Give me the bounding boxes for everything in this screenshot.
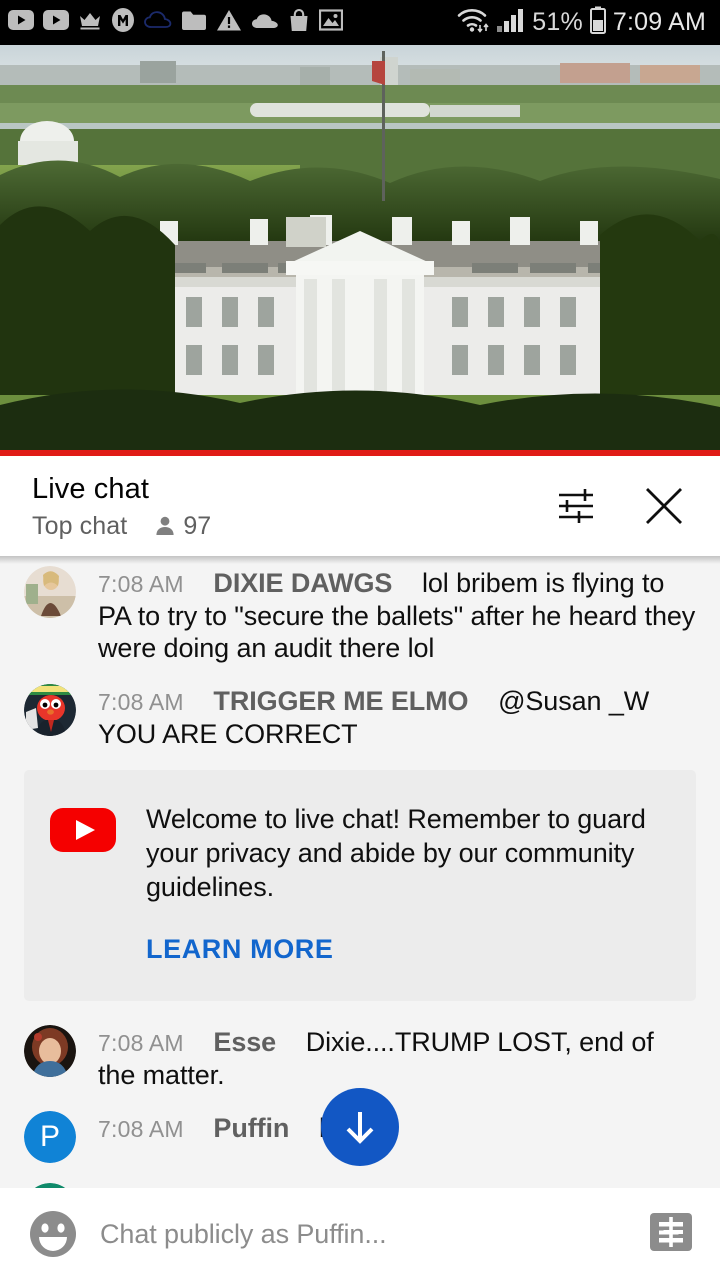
video-player[interactable] xyxy=(0,45,720,450)
chat-filter-icon[interactable] xyxy=(556,484,600,528)
cellular-signal-icon xyxy=(496,7,526,38)
shopping-bag-icon xyxy=(288,8,310,37)
dollar-sign-icon[interactable] xyxy=(646,1211,696,1258)
status-bar: 51% 7:09 AM xyxy=(0,0,720,45)
live-chat-subheader: Top chat 97 xyxy=(32,512,556,541)
chat-message-author[interactable]: Esse xyxy=(213,1027,276,1057)
battery-icon xyxy=(589,6,607,39)
chat-input-bar xyxy=(0,1188,720,1280)
chat-mode-label[interactable]: Top chat xyxy=(32,512,127,541)
chat-message-time: 7:08 AM xyxy=(98,1116,184,1142)
m-badge-icon xyxy=(111,8,135,37)
live-chat-header-actions xyxy=(556,484,694,528)
chat-message-time: 7:08 AM xyxy=(98,689,184,715)
youtube-logo-icon xyxy=(50,802,122,859)
viewer-count-label: 97 xyxy=(183,511,212,540)
warning-triangle-icon xyxy=(216,9,242,37)
avatar-puffin[interactable]: P xyxy=(24,1111,76,1163)
chat-message-body: 7:08 AM DIXIE DAWGS lol bribem is flying… xyxy=(98,566,696,664)
emoji-smiley-icon[interactable] xyxy=(28,1209,78,1259)
wifi-icon xyxy=(456,6,490,39)
arrow-down-icon xyxy=(346,1112,374,1144)
close-icon[interactable] xyxy=(642,484,686,528)
chat-message-time: 7:08 AM xyxy=(98,571,184,597)
youtube-live-chat-screen: 51% 7:09 AM Live chat Top chat 97 7:08 A… xyxy=(0,0,720,1280)
chat-message[interactable]: g 7:09 AM goose gander 1776 xyxy=(0,1173,720,1188)
page-title: Live chat xyxy=(32,472,149,505)
status-bar-notification-icons xyxy=(8,8,456,37)
battery-percent-label: 51% xyxy=(532,8,583,36)
chat-message-author[interactable]: TRIGGER ME ELMO xyxy=(213,686,468,716)
chat-message-body: 7:08 AM TRIGGER ME ELMO @Susan _W YOU AR… xyxy=(98,684,696,750)
viewer-count-group: 97 xyxy=(153,512,211,541)
avatar-initial: P xyxy=(24,1111,76,1163)
live-chat-header: Live chat Top chat 97 xyxy=(0,456,720,556)
youtube-music-icon xyxy=(43,10,69,35)
cloud-filled-icon xyxy=(251,12,279,34)
folder-icon xyxy=(181,10,207,36)
welcome-card-text: Welcome to live chat! Remember to guard … xyxy=(146,804,646,902)
avatar-esse[interactable] xyxy=(24,1025,76,1077)
status-bar-system-icons: 51% 7:09 AM xyxy=(456,6,706,39)
image-icon xyxy=(318,9,344,36)
welcome-card-body: Welcome to live chat! Remember to guard … xyxy=(146,802,670,965)
chat-input[interactable] xyxy=(100,1218,630,1250)
chat-message[interactable]: 7:08 AM TRIGGER ME ELMO @Susan _W YOU AR… xyxy=(0,674,720,760)
chat-message-text: lol bribem is flying to PA to try to "se… xyxy=(98,568,696,663)
chat-message-time: 7:08 AM xyxy=(98,1030,184,1056)
chat-message-body: 7:08 AM Esse Dixie....TRUMP LOST, end of… xyxy=(98,1025,696,1091)
crown-icon xyxy=(78,9,102,36)
youtube-icon xyxy=(8,10,34,35)
avatar-dixie-dawgs[interactable] xyxy=(24,566,76,618)
white-house-scene xyxy=(0,45,720,450)
chat-message-author[interactable]: Puffin xyxy=(213,1113,289,1143)
live-chat-header-titles: Live chat Top chat 97 xyxy=(32,472,556,541)
learn-more-link[interactable]: LEARN MORE xyxy=(146,934,334,965)
scroll-to-bottom-button[interactable] xyxy=(321,1088,399,1166)
cloud-outline-icon xyxy=(144,10,172,35)
live-chat-welcome-card: Welcome to live chat! Remember to guard … xyxy=(24,770,696,1001)
person-icon xyxy=(156,516,174,535)
avatar-trigger-me-elmo[interactable] xyxy=(24,684,76,736)
chat-message[interactable]: 7:08 AM DIXIE DAWGS lol bribem is flying… xyxy=(0,556,720,674)
chat-message-author[interactable]: DIXIE DAWGS xyxy=(213,568,392,598)
clock-label: 7:09 AM xyxy=(612,8,706,36)
